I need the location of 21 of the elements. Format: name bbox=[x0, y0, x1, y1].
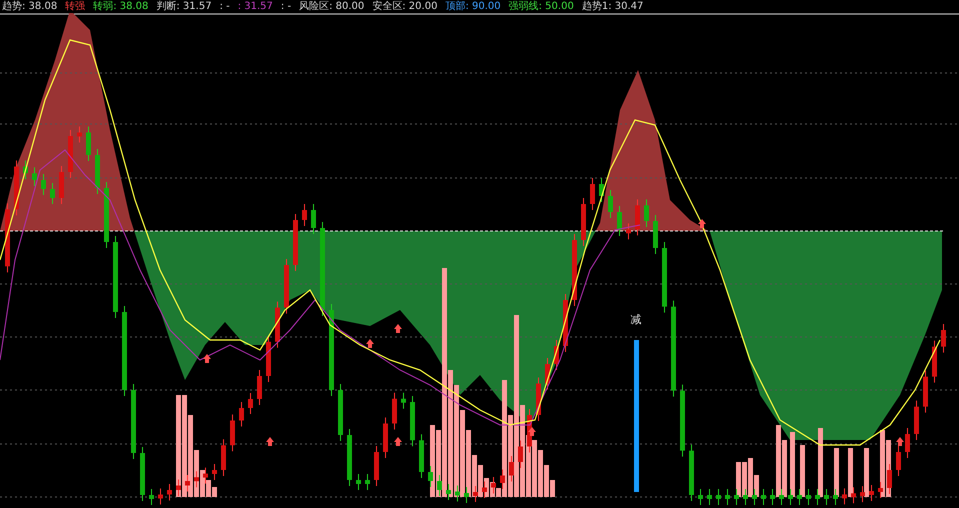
up-arrow-icon bbox=[896, 437, 904, 446]
legend-item: 风险区: 80.00 bbox=[299, 0, 364, 13]
legend-item: : 31.57 bbox=[238, 0, 273, 13]
legend-item: : - bbox=[220, 0, 230, 13]
up-arrow-icon bbox=[698, 219, 706, 228]
legend-item: 强弱线: 50.00 bbox=[508, 0, 574, 13]
up-arrow-icon bbox=[528, 427, 536, 436]
legend-item: 安全区: 20.00 bbox=[372, 0, 438, 13]
legend-item: 转弱: 38.08 bbox=[93, 0, 148, 13]
legend-item: 判断: 31.57 bbox=[156, 0, 212, 13]
legend-item: 转强 bbox=[65, 0, 86, 13]
signal-label: 减 bbox=[630, 313, 642, 326]
up-arrow-icon bbox=[203, 354, 211, 363]
legend-item: : - bbox=[280, 0, 292, 13]
up-arrow-icon bbox=[266, 437, 274, 446]
up-arrow-icon bbox=[366, 339, 374, 348]
up-arrow-icon bbox=[394, 324, 402, 333]
legend-item: 顶部: 90.00 bbox=[445, 0, 501, 13]
legend-item: 趋势: 38.08 bbox=[2, 0, 58, 13]
legend-item: 趋势1: 30.47 bbox=[582, 0, 644, 13]
up-arrow-icon bbox=[394, 437, 402, 446]
